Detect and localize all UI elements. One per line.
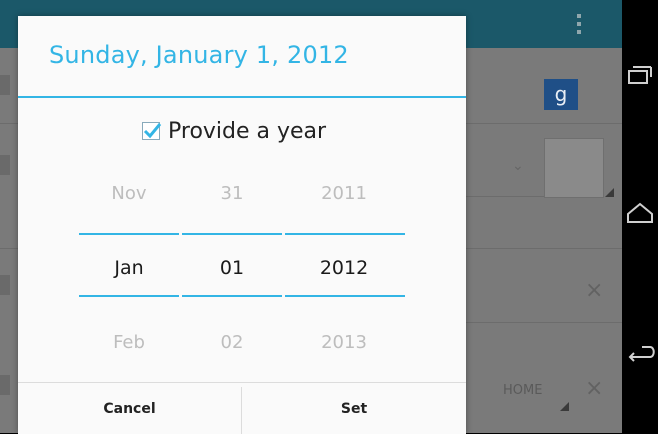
home-icon[interactable]	[622, 193, 658, 233]
chevron-down-icon[interactable]: ⌄	[512, 158, 524, 174]
overflow-dot	[577, 22, 581, 26]
spinner-corner-icon	[605, 188, 614, 197]
field-stub	[0, 375, 10, 395]
month-prev[interactable]: Nov	[79, 183, 179, 204]
set-button[interactable]: Set	[242, 383, 466, 434]
day-selection-top-line	[182, 233, 282, 235]
year-selection-bottom-line	[285, 295, 405, 297]
date-picker-dialog: Sunday, January 1, 2012 Provide a year N…	[18, 16, 466, 434]
month-selection-top-line	[79, 233, 179, 235]
home-type-label[interactable]: HOME	[503, 383, 542, 398]
provide-year-label: Provide a year	[168, 118, 327, 144]
row-divider	[0, 248, 18, 249]
field-stub	[0, 155, 10, 175]
row-divider	[466, 322, 622, 323]
day-next[interactable]: 02	[182, 332, 282, 353]
day-selection-bottom-line	[182, 295, 282, 297]
checkmark-icon	[143, 123, 162, 139]
navigation-bar	[622, 0, 658, 433]
field-stub	[0, 275, 10, 295]
day-current[interactable]: 01	[182, 257, 282, 279]
day-prev[interactable]: 31	[182, 183, 282, 204]
field-stub	[0, 75, 10, 95]
cancel-button[interactable]: Cancel	[18, 383, 241, 434]
provide-year-checkbox[interactable]	[142, 122, 162, 140]
year-next[interactable]: 2013	[294, 332, 394, 353]
dialog-button-bar: Cancel Set	[18, 382, 466, 434]
clear-field-icon[interactable]: ×	[585, 376, 603, 401]
clear-field-icon[interactable]: ×	[585, 278, 603, 303]
spinner-corner-icon	[560, 402, 569, 411]
back-icon[interactable]	[622, 333, 658, 373]
month-selection-bottom-line	[79, 295, 179, 297]
field-underline	[466, 196, 546, 197]
month-current[interactable]: Jan	[79, 257, 179, 279]
contact-photo[interactable]	[544, 138, 604, 198]
year-current[interactable]: 2012	[294, 257, 394, 279]
title-divider	[18, 96, 466, 98]
recent-apps-icon[interactable]	[622, 55, 658, 95]
year-selection-top-line	[285, 233, 405, 235]
provide-year-checkbox-row[interactable]: Provide a year	[142, 116, 326, 146]
google-badge-icon: g	[544, 79, 578, 110]
year-prev[interactable]: 2011	[294, 183, 394, 204]
overflow-dot	[577, 14, 581, 18]
month-next[interactable]: Feb	[79, 332, 179, 353]
row-divider	[466, 248, 622, 249]
overflow-dot	[577, 30, 581, 34]
dialog-title: Sunday, January 1, 2012	[49, 41, 349, 69]
